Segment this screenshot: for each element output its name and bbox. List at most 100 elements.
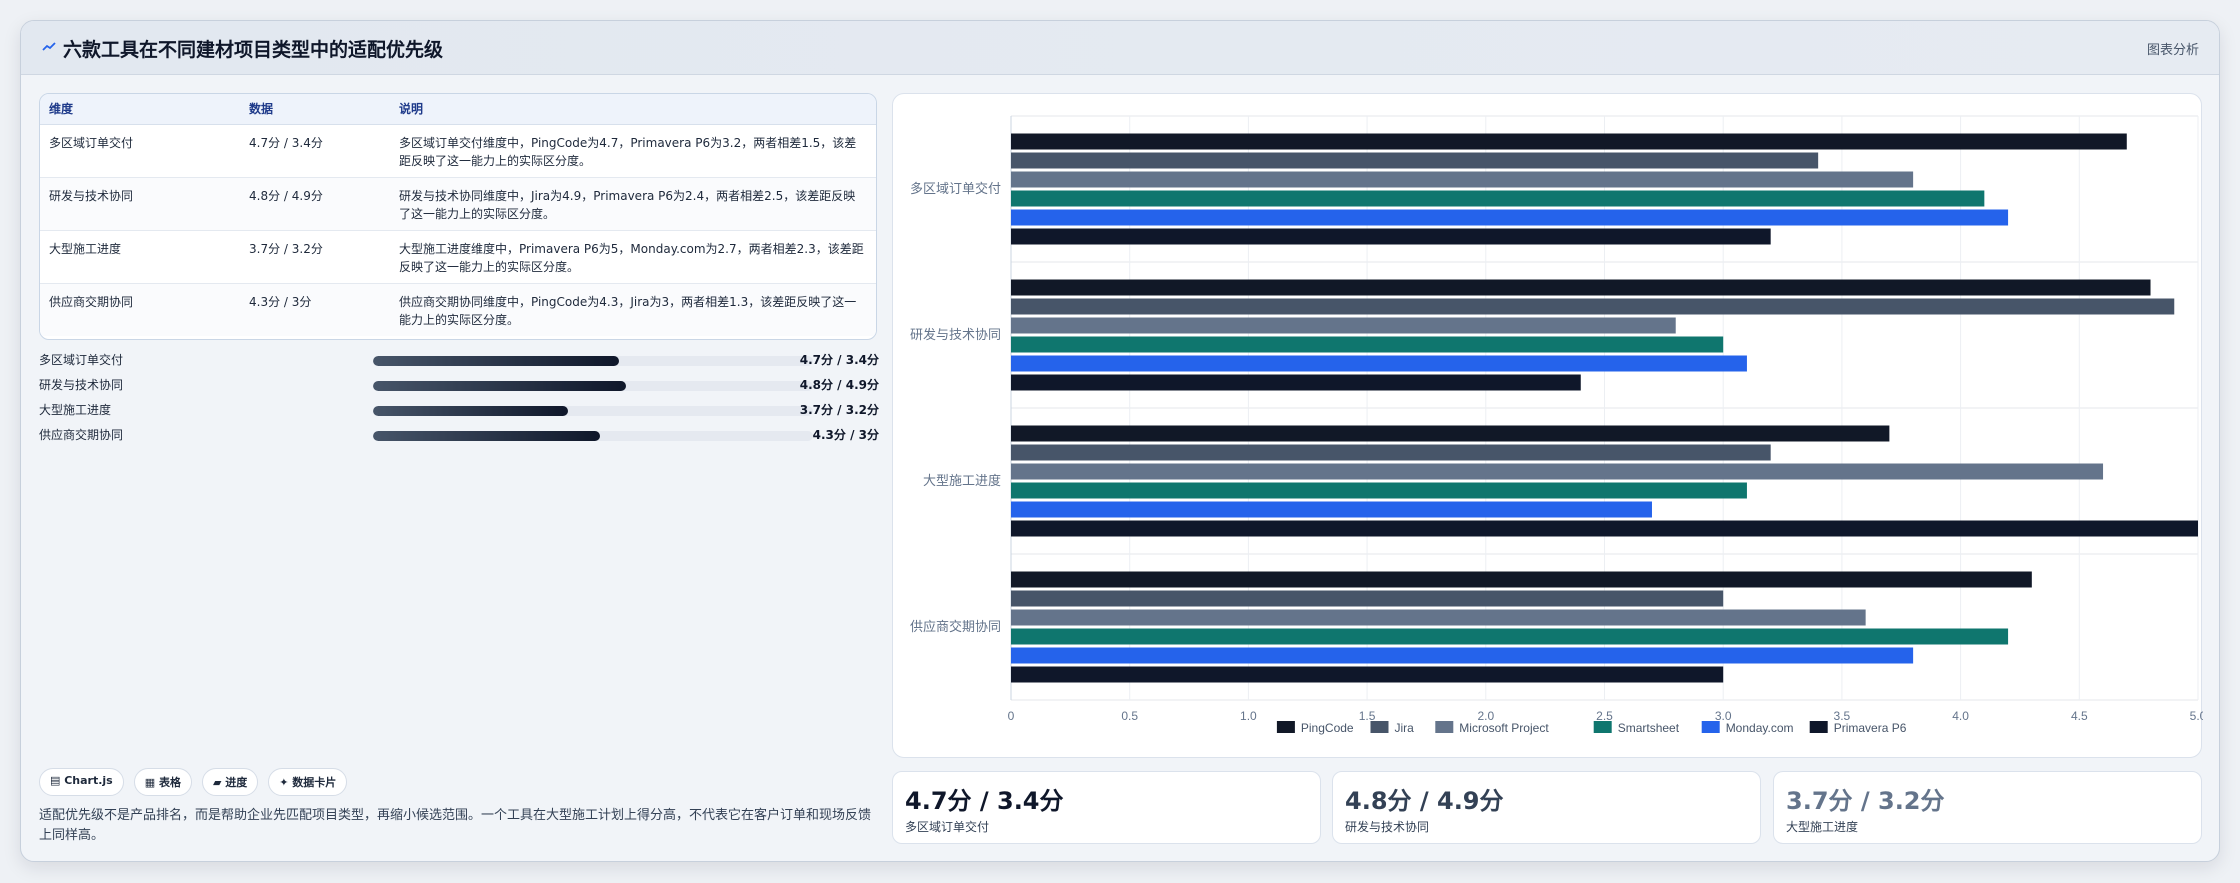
- table-cell-data: 4.8分 / 4.9分: [240, 177, 390, 231]
- progress-track: [373, 356, 813, 366]
- y-category-label: 大型施工进度: [923, 473, 1001, 489]
- x-tick-label: 2.5: [1596, 709, 1613, 723]
- stat-label: 研发与技术协同: [1345, 820, 1430, 834]
- bar: [1011, 374, 1581, 391]
- progress-track: [373, 406, 813, 416]
- table-header-note: 说明: [390, 94, 876, 125]
- dashboard-frame: 六款工具在不同建材项目类型中的适配优先级 图表分析 维度 数据 说明 多区域订单…: [20, 20, 2220, 862]
- bar: [1011, 209, 2009, 226]
- footnote: 适配优先级不是产品排名，而是帮助企业先匹配项目类型，再缩小候选范围。一个工具在大…: [39, 808, 872, 843]
- trend-icon: [42, 42, 56, 51]
- table-cell-data: 4.7分 / 3.4分: [240, 124, 390, 178]
- chart-analysis-tag[interactable]: 图表分析: [2147, 39, 2199, 58]
- x-tick-label: 1.0: [1240, 709, 1257, 723]
- table-cell-note: 供应商交期协同维度中，PingCode为4.3，Jira为3，两者相差1.3，该…: [390, 283, 876, 336]
- legend-swatch: [1370, 721, 1389, 733]
- table-cell-dimension: 研发与技术协同: [40, 177, 240, 231]
- stat-value: 3.7分 / 3.2分: [1786, 787, 1945, 815]
- bar: [1011, 444, 1771, 461]
- y-category-label: 供应商交期协同: [910, 619, 1001, 635]
- x-tick-label: 5.0: [2190, 709, 2203, 723]
- stat-card: 4.8分 / 4.9分 研发与技术协同: [1332, 771, 1761, 844]
- table-cell-dimension: 多区域订单交付: [40, 124, 240, 178]
- page-title: 六款工具在不同建材项目类型中的适配优先级: [63, 39, 444, 61]
- progress-track: [373, 381, 813, 391]
- table-row: 研发与技术协同 4.8分 / 4.9分 研发与技术协同维度中，Jira为4.9，…: [40, 177, 876, 231]
- chip-progress[interactable]: ▰ 进度: [201, 768, 259, 796]
- table-cell-note: 多区域订单交付维度中，PingCode为4.7，Primavera P6为3.2…: [390, 124, 876, 178]
- table-cell-note: 大型施工进度维度中，Primavera P6为5，Monday.com为2.7，…: [390, 230, 876, 284]
- legend-swatch: [1809, 721, 1828, 733]
- bar: [1011, 152, 1819, 169]
- bar: [1011, 666, 1724, 683]
- legend-label: Microsoft Project: [1459, 721, 1549, 735]
- progress-fill: [373, 406, 569, 416]
- table-cell-note: 研发与技术协同维度中，Jira为4.9，Primavera P6为2.4，两者相…: [390, 177, 876, 231]
- progress-label: 供应商交期协同: [39, 428, 124, 442]
- y-category-label: 多区域订单交付: [910, 181, 1001, 197]
- bar: [1011, 482, 1747, 499]
- bar: [1011, 228, 1771, 245]
- bar: [1011, 190, 1985, 207]
- table-header-data: 数据: [240, 94, 390, 125]
- header-bar: 六款工具在不同建材项目类型中的适配优先级 图表分析: [21, 21, 2219, 75]
- bar: [1011, 501, 1652, 518]
- y-category-label: 研发与技术协同: [910, 327, 1001, 343]
- data-table: 维度 数据 说明 多区域订单交付 4.7分 / 3.4分 多区域订单交付维度中，…: [40, 94, 876, 336]
- x-tick-label: 4.5: [2071, 709, 2088, 723]
- data-table-card: 维度 数据 说明 多区域订单交付 4.7分 / 3.4分 多区域订单交付维度中，…: [39, 93, 877, 340]
- bar: [1011, 628, 2009, 645]
- table-row: 多区域订单交付 4.7分 / 3.4分 多区域订单交付维度中，PingCode为…: [40, 124, 876, 178]
- bar: [1011, 609, 1866, 626]
- bar: [1011, 590, 1724, 607]
- legend-swatch: [1593, 721, 1612, 733]
- table-row: 大型施工进度 3.7分 / 3.2分 大型施工进度维度中，Primavera P…: [40, 230, 876, 284]
- bar: [1011, 463, 2104, 480]
- bar: [1011, 571, 2032, 588]
- bar-chart-card: 00.51.01.52.02.53.03.54.04.55.0多区域订单交付研发…: [892, 93, 2203, 758]
- progress-fill: [373, 431, 601, 441]
- bar: [1011, 279, 2151, 296]
- progress-value: 3.7分 / 3.2分: [799, 403, 879, 417]
- stat-label: 大型施工进度: [1786, 820, 1859, 834]
- progress-row: 供应商交期协同 4.3分 / 3分: [39, 424, 879, 449]
- progress-value: 4.3分 / 3分: [812, 428, 879, 442]
- x-tick-label: 0.5: [1121, 709, 1138, 723]
- legend-swatch: [1435, 721, 1454, 733]
- chip-table[interactable]: ▦ 表格: [133, 768, 192, 796]
- table-cell-dimension: 大型施工进度: [40, 230, 240, 284]
- bar: [1011, 425, 1890, 442]
- progress-value: 4.7分 / 3.4分: [799, 353, 879, 367]
- progress-track: [373, 431, 813, 441]
- progress-fill: [373, 381, 627, 391]
- table-cell-dimension: 供应商交期协同: [40, 283, 240, 336]
- legend-label: Monday.com: [1726, 721, 1794, 735]
- legend-label: Jira: [1395, 721, 1415, 735]
- stat-card: 3.7分 / 3.2分 大型施工进度: [1773, 771, 2202, 844]
- bar-chart: 00.51.01.52.02.53.03.54.04.55.0多区域订单交付研发…: [910, 115, 2203, 735]
- bar: [1011, 298, 2175, 315]
- bar: [1011, 317, 1676, 334]
- stat-label: 多区域订单交付: [905, 820, 990, 834]
- stat-value: 4.7分 / 3.4分: [905, 787, 1064, 815]
- bar: [1011, 520, 2198, 537]
- feature-chips: ▤ Chart.js ▦ 表格 ▰ 进度 ✦ 数据卡片: [39, 768, 348, 796]
- x-tick-label: 0: [1008, 709, 1015, 723]
- progress-list: 多区域订单交付 4.7分 / 3.4分 研发与技术协同 4.8分 / 4.9分 …: [39, 349, 879, 449]
- table-cell-data: 3.7分 / 3.2分: [240, 230, 390, 284]
- stat-value: 4.8分 / 4.9分: [1345, 787, 1504, 815]
- progress-label: 多区域订单交付: [39, 353, 124, 367]
- chip-data-card[interactable]: ✦ 数据卡片: [268, 768, 348, 796]
- table-header-row: 维度 数据 说明: [40, 94, 876, 125]
- progress-label: 研发与技术协同: [39, 378, 124, 392]
- legend-swatch: [1701, 721, 1720, 733]
- progress-label: 大型施工进度: [39, 403, 112, 417]
- progress-row: 大型施工进度 3.7分 / 3.2分: [39, 399, 879, 424]
- legend-label: Primavera P6: [1834, 721, 1907, 735]
- bar: [1011, 336, 1724, 353]
- table-header-dimension: 维度: [40, 94, 240, 125]
- bar: [1011, 647, 1914, 664]
- table-cell-data: 4.3分 / 3分: [240, 283, 390, 336]
- chip-chartjs[interactable]: ▤ Chart.js: [39, 768, 124, 796]
- progress-fill: [373, 356, 620, 366]
